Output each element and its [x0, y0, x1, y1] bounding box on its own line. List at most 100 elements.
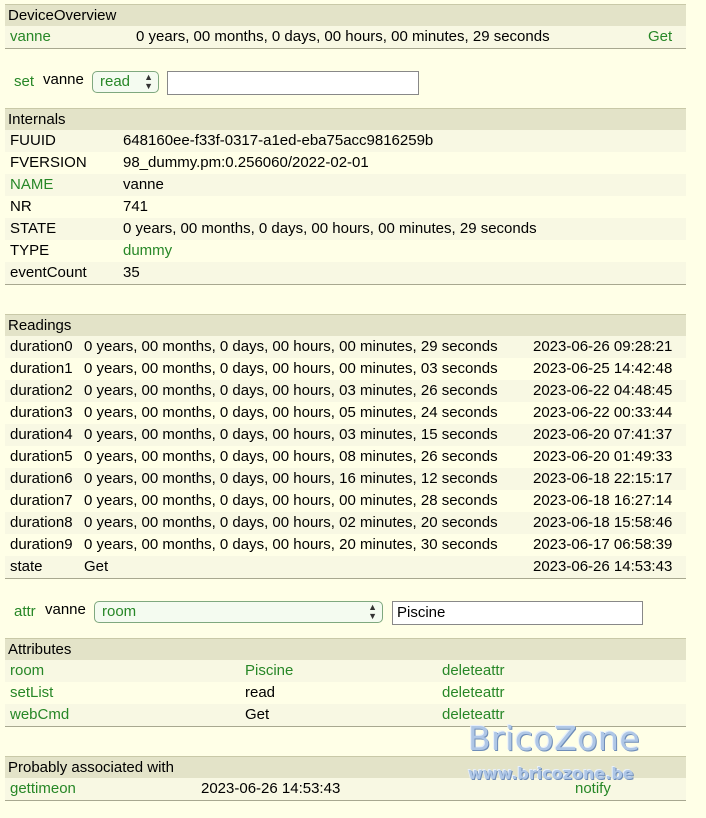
attributes-table: Attributes room Piscine deleteattr setLi… — [5, 638, 686, 727]
attributes-header: Attributes — [5, 638, 686, 660]
internal-row-eventcount: eventCount 35 — [5, 262, 686, 285]
reading-row: duration8 0 years, 00 months, 0 days, 00… — [5, 512, 686, 534]
attribute-row-room: room Piscine deleteattr — [5, 660, 686, 682]
reading-time: 2023-06-18 16:27:14 — [533, 492, 673, 509]
reading-row: duration9 0 years, 00 months, 0 days, 00… — [5, 534, 686, 556]
reading-value: 0 years, 00 months, 0 days, 00 hours, 03… — [84, 382, 498, 399]
reading-value: 0 years, 00 months, 0 days, 00 hours, 03… — [84, 426, 498, 443]
internals-table: Internals FUUID 648160ee-f33f-0317-a1ed-… — [5, 108, 686, 285]
internal-row-name: NAME vanne — [5, 174, 686, 196]
associated-time: 2023-06-26 14:53:43 — [201, 780, 341, 797]
reading-time: 2023-06-22 00:33:44 — [533, 404, 673, 421]
reading-row: duration5 0 years, 00 months, 0 days, 00… — [5, 446, 686, 468]
reading-name: duration0 — [10, 338, 73, 355]
reading-value: 0 years, 00 months, 0 days, 00 hours, 20… — [84, 536, 498, 553]
attribute-name-link[interactable]: setList — [10, 682, 53, 704]
reading-name: duration3 — [10, 404, 73, 421]
reading-time: 2023-06-26 14:53:43 — [533, 558, 673, 575]
reading-value: 0 years, 00 months, 0 days, 00 hours, 00… — [84, 360, 498, 377]
reading-row: duration2 0 years, 00 months, 0 days, 00… — [5, 380, 686, 402]
watermark-logo: BricoZone — [468, 719, 641, 758]
reading-row: duration7 0 years, 00 months, 0 days, 00… — [5, 490, 686, 512]
attribute-name-link[interactable]: webCmd — [10, 704, 69, 726]
device-overview-table: DeviceOverview vanne 0 years, 00 months,… — [5, 4, 686, 49]
internal-key: eventCount — [10, 264, 87, 281]
set-button[interactable]: set — [14, 73, 34, 90]
reading-value: 0 years, 00 months, 0 days, 00 hours, 02… — [84, 514, 498, 531]
internal-row-type: TYPE dummy — [5, 240, 686, 262]
internal-row-fversion: FVERSION 98_dummy.pm:0.256060/2022-02-01 — [5, 152, 686, 174]
attr-value-input[interactable]: Piscine — [392, 601, 643, 625]
attr-name-selected: room — [102, 603, 137, 620]
device-state: 0 years, 00 months, 0 days, 00 hours, 00… — [136, 28, 550, 45]
select-arrows-icon: ▲ ▼ — [144, 72, 153, 91]
internal-key: FVERSION — [10, 154, 87, 171]
attr-device-label: vanne — [45, 601, 86, 618]
deleteattr-link[interactable]: deleteattr — [442, 660, 505, 682]
internal-type-link[interactable]: dummy — [123, 240, 172, 262]
internal-value: 648160ee-f33f-0317-a1ed-eba75acc9816259b — [123, 132, 434, 149]
get-command-link[interactable]: Get — [648, 26, 672, 48]
reading-time: 2023-06-17 06:58:39 — [533, 536, 673, 553]
internal-value: 0 years, 00 months, 0 days, 00 hours, 00… — [123, 220, 537, 237]
device-overview-row: vanne 0 years, 00 months, 0 days, 00 hou… — [5, 26, 686, 49]
internal-key-link[interactable]: NAME — [10, 174, 53, 196]
attr-button[interactable]: attr — [14, 603, 36, 620]
associated-device-link[interactable]: gettimeon — [10, 778, 76, 800]
reading-time: 2023-06-26 09:28:21 — [533, 338, 673, 355]
reading-value: 0 years, 00 months, 0 days, 00 hours, 00… — [84, 492, 498, 509]
internal-key: STATE — [10, 220, 57, 237]
select-arrows-icon: ▲ ▼ — [368, 602, 377, 621]
watermark-url: www.bricozone.be — [468, 764, 634, 783]
internal-value: 98_dummy.pm:0.256060/2022-02-01 — [123, 154, 369, 171]
reading-time: 2023-06-22 04:48:45 — [533, 382, 673, 399]
reading-name: duration4 — [10, 426, 73, 443]
internal-value: vanne — [123, 176, 164, 193]
reading-name: state — [10, 558, 43, 575]
reading-row: duration6 0 years, 00 months, 0 days, 00… — [5, 468, 686, 490]
set-value-input[interactable] — [167, 71, 419, 95]
reading-name: duration9 — [10, 536, 73, 553]
attribute-value: read — [245, 684, 276, 701]
reading-row: duration4 0 years, 00 months, 0 days, 00… — [5, 424, 686, 446]
reading-name: duration8 — [10, 514, 73, 531]
internal-row-nr: NR 741 — [5, 196, 686, 218]
attribute-name-link[interactable]: room — [10, 660, 44, 682]
reading-row: state Get 2023-06-26 14:53:43 — [5, 556, 686, 579]
reading-row: duration0 0 years, 00 months, 0 days, 00… — [5, 336, 686, 358]
reading-time: 2023-06-20 01:49:33 — [533, 448, 673, 465]
internal-key: TYPE — [10, 242, 50, 259]
internal-key: FUUID — [10, 132, 56, 149]
reading-value: 0 years, 00 months, 0 days, 00 hours, 05… — [84, 404, 498, 421]
reading-value: 0 years, 00 months, 0 days, 00 hours, 00… — [84, 338, 498, 355]
set-command-selected: read — [100, 73, 131, 90]
internals-header: Internals — [5, 108, 686, 130]
reading-name: duration5 — [10, 448, 73, 465]
deleteattr-link[interactable]: deleteattr — [442, 682, 505, 704]
reading-row: duration1 0 years, 00 months, 0 days, 00… — [5, 358, 686, 380]
attribute-value: Get — [245, 706, 270, 723]
reading-time: 2023-06-18 15:58:46 — [533, 514, 673, 531]
reading-time: 2023-06-20 07:41:37 — [533, 426, 673, 443]
set-device-label: vanne — [43, 71, 84, 88]
reading-value: 0 years, 00 months, 0 days, 00 hours, 16… — [84, 470, 498, 487]
reading-name: duration1 — [10, 360, 73, 377]
attribute-row-setlist: setList read deleteattr — [5, 682, 686, 704]
reading-time: 2023-06-18 22:15:17 — [533, 470, 673, 487]
reading-name: duration6 — [10, 470, 73, 487]
internal-key: NR — [10, 198, 32, 215]
set-command-select[interactable]: read ▲ ▼ — [92, 71, 159, 93]
attr-name-select[interactable]: room ▲ ▼ — [94, 601, 383, 623]
reading-name: duration7 — [10, 492, 73, 509]
device-link[interactable]: vanne — [10, 26, 51, 48]
reading-value: Get — [84, 558, 109, 575]
readings-header: Readings — [5, 314, 686, 336]
internal-value: 35 — [123, 264, 140, 281]
attr-control: attr vanne room ▲ ▼ Piscine — [14, 601, 654, 627]
internal-row-fuuid: FUUID 648160ee-f33f-0317-a1ed-eba75acc98… — [5, 130, 686, 152]
attribute-value-link[interactable]: Piscine — [245, 660, 293, 682]
reading-time: 2023-06-25 14:42:48 — [533, 360, 673, 377]
reading-value: 0 years, 00 months, 0 days, 00 hours, 08… — [84, 448, 498, 465]
device-overview-header: DeviceOverview — [5, 4, 686, 26]
reading-name: duration2 — [10, 382, 73, 399]
